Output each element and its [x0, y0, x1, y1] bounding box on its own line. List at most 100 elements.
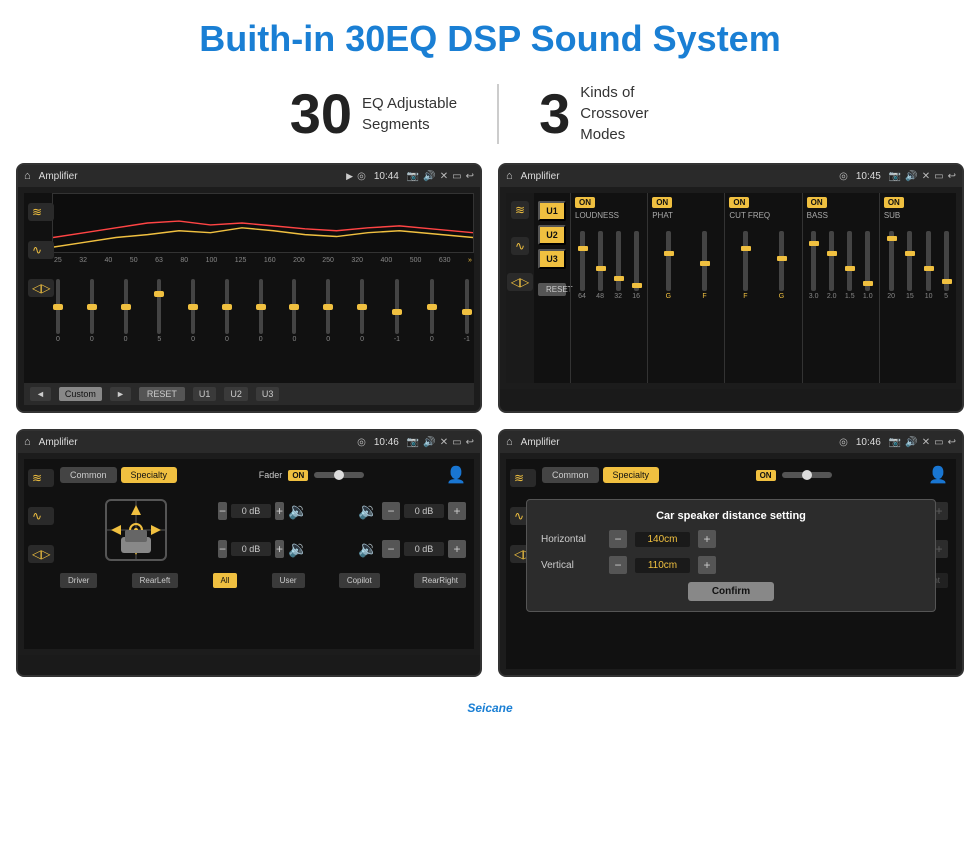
crossover-screen: ≋ ∿ ◁▷ U1 U2 U3 RESET [506, 193, 956, 383]
freq-160: 160 [264, 257, 276, 264]
u2-button[interactable]: U2 [224, 387, 248, 401]
play-button[interactable]: ► [110, 387, 131, 401]
fader-track-4[interactable] [782, 472, 832, 478]
home-icon[interactable]: ⌂ [24, 170, 31, 182]
screen3-body: ≋ ∿ ◁▷ Common Specialty Fader ON 👤 [18, 453, 480, 655]
horizontal-row: Horizontal − 140cm + [541, 530, 921, 548]
screen3-topbar: ⌂ Amplifier ◎ 10:46 📷 🔊 ✕ ▭ ↩ [18, 431, 480, 453]
specialty-tab-3[interactable]: Specialty [121, 467, 178, 483]
eq-slider-1[interactable]: 0 [56, 279, 60, 343]
rr-plus[interactable]: + [448, 540, 466, 558]
u3-button[interactable]: U3 [256, 387, 280, 401]
eq-slider-5[interactable]: 0 [191, 279, 195, 343]
fl-minus[interactable]: − [218, 502, 227, 520]
rl-plus[interactable]: + [275, 540, 284, 558]
volume-icon-3b[interactable]: ◁▷ [28, 545, 54, 563]
reset-btn-2[interactable]: RESET [538, 283, 566, 296]
u2-btn[interactable]: U2 [538, 225, 566, 245]
close-icon-4[interactable]: ✕ [922, 437, 930, 448]
horizontal-label: Horizontal [541, 534, 601, 545]
filter-icon-2[interactable]: ≋ [511, 201, 529, 219]
expand-icon[interactable]: » [468, 257, 472, 264]
eq-filter-icon[interactable]: ≋ [28, 203, 54, 221]
page-title: Buith-in 30EQ DSP Sound System [0, 0, 980, 72]
eq-slider-12[interactable]: 0 [430, 279, 434, 343]
u1-btn[interactable]: U1 [538, 201, 566, 221]
freq-63: 63 [155, 257, 163, 264]
screen4-topbar: ⌂ Amplifier ◎ 10:46 📷 🔊 ✕ ▭ ↩ [500, 431, 962, 453]
fl-plus[interactable]: + [275, 502, 284, 520]
location-icon-4: ◎ [839, 437, 848, 448]
on-badge-phat[interactable]: ON [652, 197, 672, 208]
common-tab-3[interactable]: Common [60, 467, 117, 483]
eq-wave-icon[interactable]: ∿ [28, 241, 54, 259]
camera-icon-3: 📷 [407, 437, 419, 448]
fr-plus[interactable]: + [448, 502, 466, 520]
filter-icon-3[interactable]: ≋ [28, 469, 54, 487]
rl-db-val: 0 dB [231, 542, 271, 556]
common-tab-4[interactable]: Common [542, 467, 599, 483]
eq-slider-4[interactable]: 5 [157, 279, 161, 343]
horizontal-minus[interactable]: − [609, 530, 627, 548]
horizontal-value: 140cm [635, 532, 690, 547]
window-icon-2: ▭ [934, 171, 943, 182]
panel-sub: ON SUB 20 15 10 5 [879, 193, 956, 383]
eq-slider-6[interactable]: 0 [225, 279, 229, 343]
wave-icon-2[interactable]: ∿ [511, 237, 529, 255]
prev-button[interactable]: ◄ [30, 387, 51, 401]
back-icon-2[interactable]: ↩ [948, 171, 956, 182]
vertical-minus[interactable]: − [609, 556, 627, 574]
home-icon-2[interactable]: ⌂ [506, 170, 513, 182]
all-btn[interactable]: All [213, 573, 238, 588]
fader-on-badge[interactable]: ON [288, 470, 308, 481]
custom-button[interactable]: Custom [59, 387, 102, 401]
fl-db-val: 0 dB [231, 504, 271, 518]
eq-volume-icon[interactable]: ◁▷ [28, 279, 54, 297]
fr-minus[interactable]: − [382, 502, 400, 520]
eq-slider-11[interactable]: -1 [394, 279, 400, 343]
copilot-btn[interactable]: Copilot [339, 573, 380, 588]
rearright-btn[interactable]: RearRight [414, 573, 466, 588]
horizontal-plus[interactable]: + [698, 530, 716, 548]
u3-btn[interactable]: U3 [538, 249, 566, 269]
on-badge-sub[interactable]: ON [884, 197, 904, 208]
wave-icon-3[interactable]: ∿ [28, 507, 54, 525]
rr-minus[interactable]: − [382, 540, 400, 558]
screen3-time: 10:46 [370, 437, 403, 448]
eq-slider-13[interactable]: -1 [464, 279, 470, 343]
close-icon-2[interactable]: ✕ [922, 171, 930, 182]
rl-minus[interactable]: − [218, 540, 227, 558]
home-icon-3[interactable]: ⌂ [24, 436, 31, 448]
driver-btn[interactable]: Driver [60, 573, 97, 588]
eq-slider-7[interactable]: 0 [259, 279, 263, 343]
back-icon-4[interactable]: ↩ [948, 437, 956, 448]
confirm-button[interactable]: Confirm [688, 582, 774, 601]
eq-slider-9[interactable]: 0 [326, 279, 330, 343]
freq-50: 50 [130, 257, 138, 264]
dialog-btn-row: Confirm [541, 582, 921, 601]
speaker-crosshair[interactable] [101, 495, 171, 565]
eq-slider-2[interactable]: 0 [90, 279, 94, 343]
eq-slider-10[interactable]: 0 [360, 279, 364, 343]
close-icon[interactable]: ✕ [440, 171, 448, 182]
on-badge-loudness[interactable]: ON [575, 197, 595, 208]
on-badge-cutfreq[interactable]: ON [729, 197, 749, 208]
rearleft-btn[interactable]: RearLeft [132, 573, 179, 588]
specialty-tab-4[interactable]: Specialty [603, 467, 660, 483]
u1-button[interactable]: U1 [193, 387, 217, 401]
eq-slider-8[interactable]: 0 [292, 279, 296, 343]
back-icon[interactable]: ↩ [466, 171, 474, 182]
back-icon-3[interactable]: ↩ [466, 437, 474, 448]
fader-on-badge-4[interactable]: ON [756, 470, 776, 481]
fader-track[interactable] [314, 472, 364, 478]
filter-icon-4[interactable]: ≋ [510, 469, 536, 487]
close-icon-3[interactable]: ✕ [440, 437, 448, 448]
reset-button[interactable]: RESET [139, 387, 185, 401]
fader-row-4: ON [756, 470, 832, 481]
eq-slider-3[interactable]: 0 [124, 279, 128, 343]
user-btn[interactable]: User [272, 573, 305, 588]
home-icon-4[interactable]: ⌂ [506, 436, 513, 448]
on-badge-bass[interactable]: ON [807, 197, 827, 208]
volume-icon-2b[interactable]: ◁▷ [507, 273, 533, 291]
vertical-plus[interactable]: + [698, 556, 716, 574]
